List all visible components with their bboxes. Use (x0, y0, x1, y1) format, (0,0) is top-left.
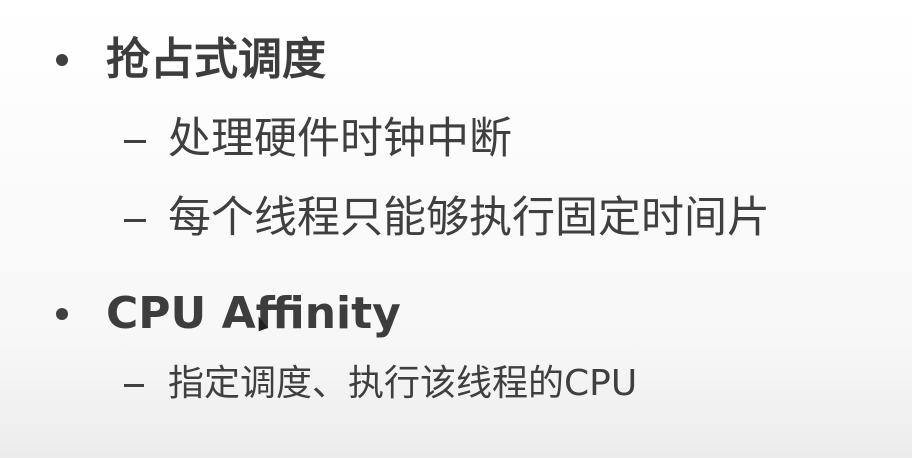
bullet-heading-preemptive-scheduling: 抢占式调度 (106, 34, 326, 85)
bullet-dot (56, 308, 68, 320)
sub-bullet-dash (124, 219, 146, 222)
sub-item-hardware-clock-interrupt: 处理硬件时钟中断 (168, 114, 512, 164)
sub-item-specify-cpu: 指定调度、执行该线程的CPU (168, 363, 638, 404)
slide: 抢占式调度 处理硬件时钟中断 每个线程只能够执行固定时间片 CPU Affini… (0, 0, 912, 458)
sub-item-fixed-time-slice: 每个线程只能够执行固定时间片 (168, 193, 770, 243)
bullet-heading-cpu-affinity: CPU Affinity (106, 288, 401, 339)
bullet-dot (56, 54, 68, 66)
sub-bullet-dash (124, 140, 146, 143)
sub-bullet-dash (124, 384, 144, 387)
